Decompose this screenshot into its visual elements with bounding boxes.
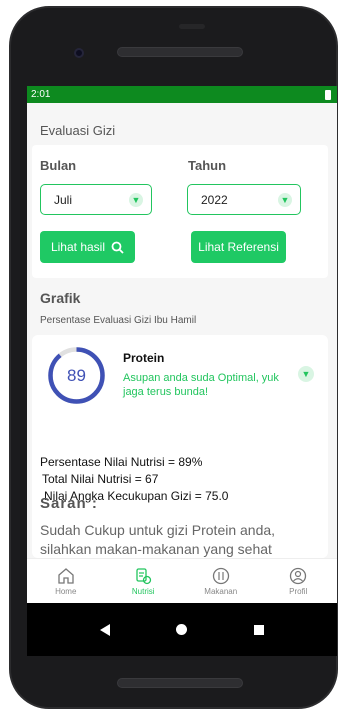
battery-icon — [325, 89, 331, 100]
grafik-title: Grafik — [40, 290, 81, 306]
status-bar: 2:01 — [27, 86, 337, 103]
filter-card: Bulan Tahun Juli ▼ 2022 ▼ Lihat hasil Li… — [32, 145, 328, 278]
main-content[interactable]: Evaluasi Gizi Bulan Tahun Juli ▼ 2022 ▼ … — [27, 103, 337, 558]
expand-chevron-icon[interactable]: ▼ — [298, 366, 314, 382]
grafik-subtitle: Persentase Evaluasi Gizi Ibu Hamil — [40, 315, 197, 326]
chevron-down-icon: ▼ — [278, 193, 292, 207]
chevron-down-icon: ▼ — [129, 193, 143, 207]
nav-home[interactable]: Home — [27, 559, 105, 603]
bulan-value: Juli — [54, 192, 73, 207]
nav-home-label: Home — [55, 587, 77, 596]
lihat-referensi-button[interactable]: Lihat Referensi — [191, 231, 286, 263]
tahun-label: Tahun — [188, 158, 227, 173]
persentase-text: Persentase Nilai Nutrisi = 89% — [40, 455, 203, 469]
nav-profil[interactable]: Profil — [260, 559, 338, 603]
profile-icon — [290, 567, 307, 585]
page-title: Evaluasi Gizi — [40, 123, 116, 138]
nav-makanan[interactable]: Makanan — [182, 559, 260, 603]
screen: 2:01 Evaluasi Gizi Bulan Tahun Juli ▼ 20… — [27, 86, 337, 656]
saran-title: Saran : — [40, 495, 98, 512]
nutrient-message: Asupan anda suda Optimal, yuk jaga terus… — [123, 372, 279, 398]
lihat-hasil-label: Lihat hasil — [50, 240, 106, 254]
saran-text: Sudah Cukup untuk gizi Protein anda, sil… — [40, 522, 276, 557]
bulan-label: Bulan — [40, 158, 77, 173]
nav-nutrisi[interactable]: Nutrisi — [105, 559, 183, 603]
tahun-value: 2022 — [201, 192, 228, 207]
search-icon — [111, 241, 124, 254]
earpiece-speaker — [117, 47, 243, 57]
home-icon — [58, 568, 74, 584]
status-time: 2:01 — [31, 89, 51, 100]
nutrition-icon — [136, 568, 152, 585]
bottom-navigation: Home Nutrisi Makanan Profil — [27, 558, 337, 603]
tahun-select[interactable]: 2022 ▼ — [187, 184, 301, 215]
lihat-hasil-button[interactable]: Lihat hasil — [40, 231, 135, 263]
total-text: Total Nilai Nutrisi = 67 — [42, 472, 159, 486]
back-icon[interactable] — [100, 623, 111, 636]
system-navigation-bar — [27, 603, 337, 656]
score-value: 89 — [67, 365, 86, 385]
nav-makanan-label: Makanan — [204, 587, 238, 596]
bulan-select[interactable]: Juli ▼ — [40, 184, 152, 215]
nutrient-name: Protein — [123, 351, 165, 365]
nav-nutrisi-label: Nutrisi — [131, 587, 155, 596]
nav-profil-label: Profil — [289, 587, 308, 596]
home-button-icon[interactable] — [176, 624, 188, 635]
front-camera — [74, 48, 84, 58]
recents-icon[interactable] — [253, 624, 264, 635]
bottom-speaker — [117, 678, 243, 688]
sensor — [179, 24, 205, 29]
lihat-referensi-label: Lihat Referensi — [198, 240, 279, 254]
food-icon — [212, 567, 229, 585]
